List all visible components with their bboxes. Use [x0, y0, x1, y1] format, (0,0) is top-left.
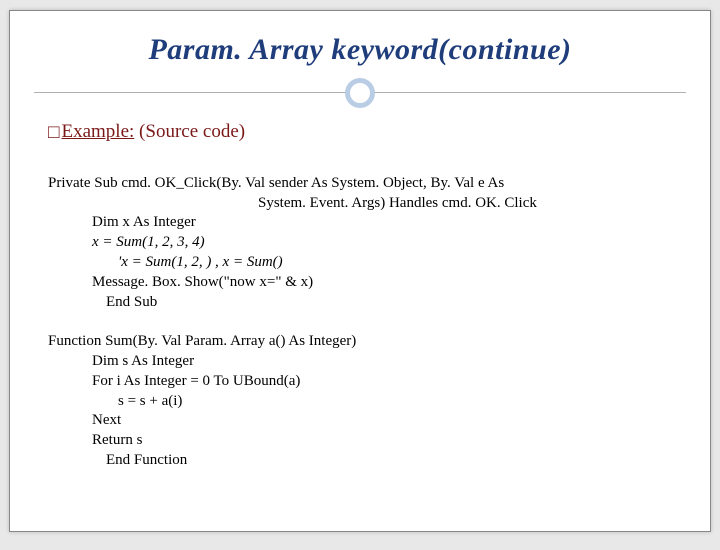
code-line: For i As Integer = 0 To UBound(a) [48, 372, 300, 392]
code-block: Private Sub cmd. OK_Click(By. Val sender… [48, 154, 680, 491]
title-divider [10, 75, 710, 111]
example-label: Example: [61, 121, 134, 142]
code-line: Function Sum(By. Val Param. Array a() As… [48, 333, 356, 349]
code-line-comment: 'x = Sum(1, 2, ) , x = Sum() [48, 253, 283, 273]
code-line: End Sub [48, 293, 157, 313]
divider-circle-icon [345, 78, 375, 108]
slide: Param. Array keyword(continue) □Example:… [9, 10, 711, 532]
code-line: Next [48, 411, 121, 431]
code-line: Private Sub cmd. OK_Click(By. Val sender… [48, 175, 504, 191]
code-line: Dim s As Integer [48, 352, 194, 372]
code-line: x = Sum(1, 2, 3, 4) [48, 233, 205, 253]
slide-title: Param. Array keyword(continue) [10, 33, 710, 67]
code-line: End Function [48, 451, 187, 471]
section-heading: □Example: (Source code) [48, 121, 710, 144]
source-code-label: (Source code) [134, 121, 245, 142]
code-line: Message. Box. Show("now x=" & x) [48, 273, 313, 293]
code-line: Return s [48, 431, 142, 451]
code-line: s = s + a(i) [48, 392, 182, 412]
code-line: System. Event. Args) Handles cmd. OK. Cl… [48, 194, 537, 214]
bullet-square-icon: □ [48, 122, 59, 144]
code-line: Dim x As Integer [48, 213, 196, 233]
